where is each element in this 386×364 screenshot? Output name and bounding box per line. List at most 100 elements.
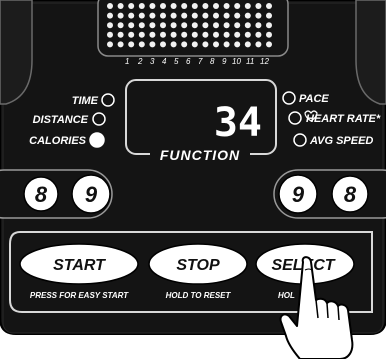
matrix-dot xyxy=(128,41,135,48)
matrix-dot xyxy=(202,3,209,9)
column-number: 7 xyxy=(198,57,203,66)
matrix-dot xyxy=(128,12,135,19)
indicator-label-time: TIME xyxy=(72,95,99,107)
matrix-dot xyxy=(149,22,156,29)
matrix-dot xyxy=(117,41,124,48)
matrix-dot xyxy=(160,41,166,48)
matrix-dot xyxy=(223,41,230,48)
quick-key-label: 8 xyxy=(344,182,357,207)
indicator-label-calories: CALORIES xyxy=(29,135,87,147)
indicator-light-calories[interactable] xyxy=(89,132,105,148)
matrix-dot xyxy=(160,31,166,38)
matrix-dot xyxy=(244,22,251,29)
matrix-dot xyxy=(202,12,209,19)
matrix-dot xyxy=(128,3,135,9)
column-number: 10 xyxy=(232,57,241,66)
matrix-dot xyxy=(170,41,177,48)
matrix-dot xyxy=(170,31,177,38)
matrix-dot xyxy=(223,3,230,9)
matrix-dot xyxy=(191,41,198,48)
matrix-dot xyxy=(213,3,219,9)
matrix-dot xyxy=(255,3,262,9)
matrix-dot xyxy=(107,22,113,29)
column-number: 8 xyxy=(210,57,215,66)
matrix-dot xyxy=(213,31,219,38)
matrix-dot xyxy=(266,12,272,19)
column-number: 9 xyxy=(222,57,227,66)
column-number: 11 xyxy=(246,57,254,66)
matrix-dot xyxy=(244,3,251,9)
matrix-dot xyxy=(149,3,156,9)
matrix-dot xyxy=(107,12,113,19)
column-number: 12 xyxy=(260,57,269,66)
matrix-dot xyxy=(213,22,219,29)
matrix-dot xyxy=(160,22,166,29)
console-panel: 1 2 3 4 5 6 7 8 9 10 11 12 34 FUNCTION T… xyxy=(0,0,386,360)
matrix-dot xyxy=(160,3,166,9)
matrix-dot xyxy=(234,22,241,29)
column-number: 2 xyxy=(137,57,143,66)
start-button-label: START xyxy=(53,257,106,274)
matrix-dot xyxy=(138,22,145,29)
matrix-dot xyxy=(244,31,251,38)
matrix-dot xyxy=(149,12,156,19)
matrix-dot xyxy=(202,22,209,29)
matrix-dot xyxy=(181,3,188,9)
matrix-dot xyxy=(223,31,230,38)
matrix-dot xyxy=(234,12,241,19)
matrix-dot xyxy=(181,12,188,19)
lcd-value: 34 xyxy=(214,100,262,146)
quick-key-label: 9 xyxy=(292,182,305,207)
matrix-dot xyxy=(255,31,262,38)
matrix-dot xyxy=(117,12,124,19)
matrix-dot xyxy=(223,12,230,19)
start-hint: PRESS FOR EASY START xyxy=(30,291,129,300)
column-number: 4 xyxy=(162,57,167,66)
matrix-dot xyxy=(107,41,113,48)
stop-button-label: STOP xyxy=(176,257,220,274)
indicator-label-pace: PACE xyxy=(299,93,329,105)
column-number: 1 xyxy=(125,57,129,66)
matrix-dot xyxy=(170,3,177,9)
column-number: 5 xyxy=(174,57,179,66)
matrix-dot xyxy=(181,41,188,48)
function-label: FUNCTION xyxy=(160,147,240,163)
matrix-dot xyxy=(191,22,198,29)
matrix-dot xyxy=(244,41,251,48)
left-quick-keys: 8 9 xyxy=(0,169,113,219)
quick-key-label: 9 xyxy=(85,182,98,207)
matrix-dot xyxy=(255,12,262,19)
right-quick-keys: 9 8 xyxy=(273,169,386,219)
matrix-dot xyxy=(107,31,113,38)
treadmill-console: 1 2 3 4 5 6 7 8 9 10 11 12 34 FUNCTION T… xyxy=(0,0,386,360)
quick-key-label: 8 xyxy=(35,182,48,207)
indicator-label-heart-rate: HEART RATE* xyxy=(306,113,381,125)
matrix-dot xyxy=(128,31,135,38)
column-number: 6 xyxy=(186,57,191,66)
matrix-dot xyxy=(255,41,262,48)
matrix-dot xyxy=(149,31,156,38)
matrix-dot xyxy=(117,22,124,29)
matrix-dot xyxy=(117,3,124,9)
matrix-dot xyxy=(266,31,272,38)
matrix-dot xyxy=(234,31,241,38)
matrix-dot xyxy=(160,12,166,19)
select-hint: HOL xyxy=(278,291,295,300)
matrix-dot xyxy=(117,31,124,38)
matrix-dot xyxy=(266,3,272,9)
stop-hint: HOLD TO RESET xyxy=(166,291,232,300)
matrix-dot xyxy=(191,3,198,9)
matrix-dot xyxy=(128,22,135,29)
matrix-dot xyxy=(266,22,272,29)
matrix-dot xyxy=(181,22,188,29)
matrix-dot xyxy=(170,12,177,19)
matrix-dot xyxy=(223,22,230,29)
matrix-dot xyxy=(213,12,219,19)
indicator-label-avg-speed: AVG SPEED xyxy=(309,135,373,147)
matrix-dot xyxy=(138,12,145,19)
matrix-dot xyxy=(138,41,145,48)
matrix-dot xyxy=(244,12,251,19)
matrix-dot xyxy=(234,41,241,48)
matrix-dot xyxy=(266,41,272,48)
matrix-dot xyxy=(191,31,198,38)
